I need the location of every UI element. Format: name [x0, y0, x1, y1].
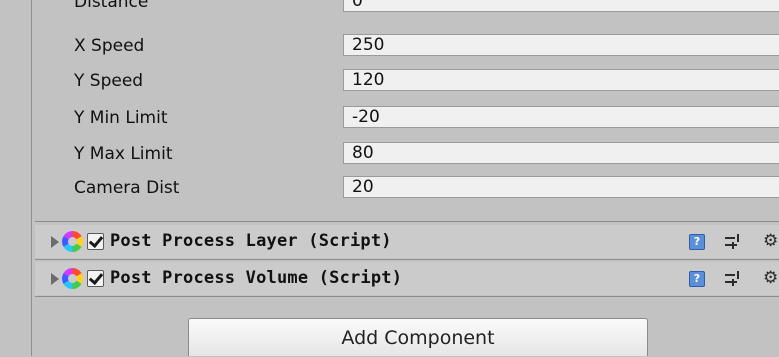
property-row-x-speed: X Speed 250 — [35, 32, 779, 61]
property-label: Camera Dist — [74, 178, 180, 198]
foldout-arrow-icon[interactable] — [51, 236, 59, 248]
left-divider — [31, 0, 32, 356]
distance-field[interactable]: 0 — [343, 0, 779, 12]
inspector-panel: Distance 0 X Speed 250 Y Speed 120 Y Min… — [35, 0, 779, 356]
property-label: Distance — [74, 0, 149, 12]
gear-icon[interactable]: ⚙ — [763, 268, 778, 288]
y-min-limit-field[interactable]: -20 — [343, 106, 779, 128]
property-row-y-speed: Y Speed 120 — [35, 67, 779, 96]
component-header-post-process-layer[interactable]: Post Process Layer (Script) ? ⚙ — [35, 225, 779, 258]
separator — [35, 221, 779, 222]
property-label: X Speed — [74, 36, 145, 56]
enabled-checkbox[interactable] — [87, 233, 104, 250]
property-label: Y Speed — [74, 71, 144, 91]
component-title: Post Process Volume (Script) — [110, 268, 403, 288]
camera-dist-field[interactable]: 20 — [343, 176, 779, 198]
property-row-distance: Distance 0 — [35, 0, 779, 17]
left-gutter — [0, 0, 30, 356]
foldout-arrow-icon[interactable] — [51, 273, 59, 285]
enabled-checkbox[interactable] — [87, 270, 104, 287]
property-label: Y Max Limit — [74, 144, 173, 164]
gear-icon[interactable]: ⚙ — [763, 231, 778, 251]
property-row-y-max-limit: Y Max Limit 80 — [35, 140, 779, 169]
component-title: Post Process Layer (Script) — [110, 231, 392, 251]
separator — [35, 296, 779, 297]
post-process-icon — [62, 268, 83, 289]
preset-icon[interactable] — [725, 271, 741, 287]
x-speed-field[interactable]: 250 — [343, 34, 779, 56]
property-label: Y Min Limit — [74, 108, 168, 128]
y-max-limit-field[interactable]: 80 — [343, 142, 779, 164]
help-icon[interactable]: ? — [689, 271, 705, 287]
preset-icon[interactable] — [725, 234, 741, 250]
property-row-y-min-limit: Y Min Limit -20 — [35, 104, 779, 133]
component-header-post-process-volume[interactable]: Post Process Volume (Script) ? ⚙ — [35, 262, 779, 295]
help-icon[interactable]: ? — [689, 234, 705, 250]
separator — [35, 259, 779, 260]
y-speed-field[interactable]: 120 — [343, 69, 779, 91]
post-process-icon — [62, 231, 83, 252]
add-component-button[interactable]: Add Component — [188, 318, 648, 356]
property-row-camera-dist: Camera Dist 20 — [35, 174, 779, 203]
